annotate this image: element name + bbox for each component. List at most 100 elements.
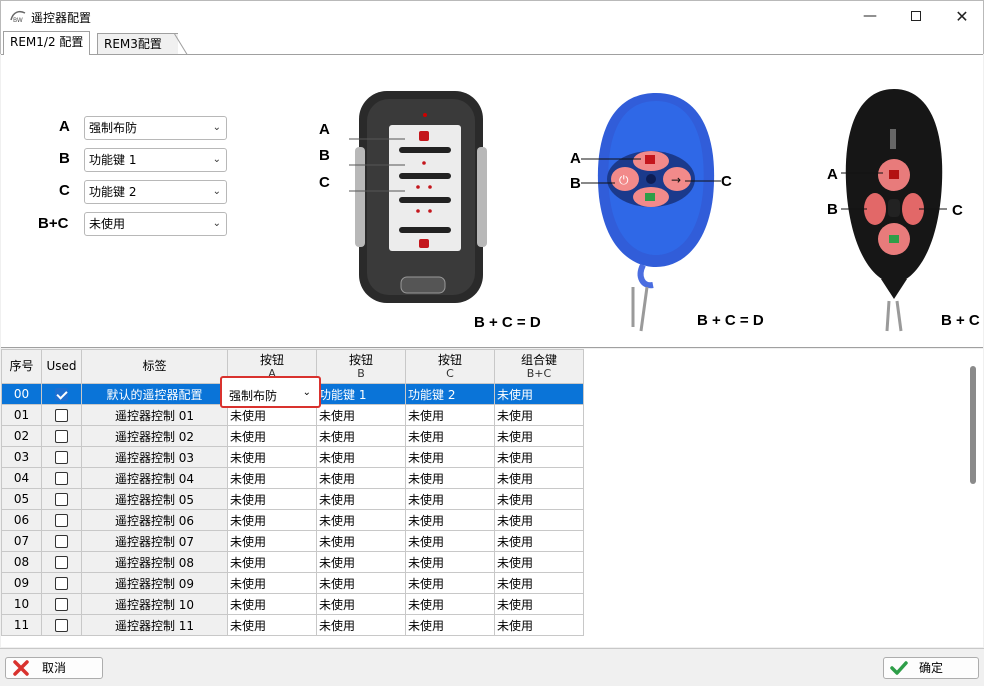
row-button-b-cell[interactable]: 未使用 [316,446,406,468]
maximize-button[interactable] [893,1,939,31]
row-label-cell[interactable]: 遥控器控制 05 [81,488,228,510]
used-checkbox[interactable] [55,514,68,527]
table-row[interactable]: 02 遥控器控制 02 未使用 未使用 未使用 未使用 [1,425,584,447]
row-button-b-cell[interactable]: 未使用 [316,467,406,489]
row-combo-key-cell[interactable]: 未使用 [494,614,584,636]
row-label-cell[interactable]: 遥控器控制 04 [81,467,228,489]
row-label-cell[interactable]: 遥控器控制 01 [81,404,228,426]
row-button-a-cell[interactable]: 未使用 [227,509,317,531]
row-combo-key-cell[interactable]: 未使用 [494,530,584,552]
row-combo-key-cell[interactable]: 未使用 [494,467,584,489]
config-select-a[interactable]: 强制布防 ⌄ [84,116,227,140]
config-select-bc[interactable]: 未使用 ⌄ [84,212,227,236]
row-label-cell[interactable]: 遥控器控制 06 [81,509,228,531]
row-used-cell[interactable] [41,509,82,531]
row-button-c-cell[interactable]: 未使用 [405,509,495,531]
table-row[interactable]: 03 遥控器控制 03 未使用 未使用 未使用 未使用 [1,446,584,468]
table-row[interactable]: 06 遥控器控制 06 未使用 未使用 未使用 未使用 [1,509,584,531]
row-button-c-cell[interactable]: 未使用 [405,530,495,552]
row-index-cell[interactable]: 09 [1,572,42,594]
row-label-cell[interactable]: 遥控器控制 02 [81,425,228,447]
used-checkbox[interactable] [55,535,68,548]
used-checkbox[interactable] [55,409,68,422]
row-index-cell[interactable]: 08 [1,551,42,573]
row-button-a-cell[interactable]: 未使用 [227,467,317,489]
row-used-cell[interactable] [41,593,82,615]
row-button-c-cell[interactable]: 功能键 2 [405,383,495,405]
row-index-cell[interactable]: 11 [1,614,42,636]
row-index-cell[interactable]: 01 [1,404,42,426]
row-button-b-cell[interactable]: 未使用 [316,404,406,426]
col-header-button-b[interactable]: 按钮 B [316,349,406,384]
row-button-a-cell[interactable]: 未使用 [227,593,317,615]
row-used-cell[interactable] [41,446,82,468]
row-button-a-cell[interactable]: 未使用 [227,551,317,573]
table-row[interactable]: 04 遥控器控制 04 未使用 未使用 未使用 未使用 [1,467,584,489]
row-used-cell[interactable] [41,404,82,426]
table-row[interactable]: 09 遥控器控制 09 未使用 未使用 未使用 未使用 [1,572,584,594]
row-button-c-cell[interactable]: 未使用 [405,446,495,468]
row-used-cell[interactable] [41,488,82,510]
row-button-c-cell[interactable]: 未使用 [405,425,495,447]
row-button-c-cell[interactable]: 未使用 [405,467,495,489]
row-index-cell[interactable]: 05 [1,488,42,510]
row-combo-key-cell[interactable]: 未使用 [494,383,584,405]
row-index-cell[interactable]: 10 [1,593,42,615]
row-combo-key-cell[interactable]: 未使用 [494,446,584,468]
table-row[interactable]: 05 遥控器控制 05 未使用 未使用 未使用 未使用 [1,488,584,510]
table-row[interactable]: 10 遥控器控制 10 未使用 未使用 未使用 未使用 [1,593,584,615]
row-button-a-cell[interactable]: 未使用 [227,530,317,552]
config-select-b[interactable]: 功能键 1 ⌄ [84,148,227,172]
row-button-c-cell[interactable]: 未使用 [405,404,495,426]
row-combo-key-cell[interactable]: 未使用 [494,551,584,573]
row-combo-key-cell[interactable]: 未使用 [494,509,584,531]
row-button-a-cell[interactable]: 未使用 [227,488,317,510]
used-checkbox[interactable] [55,451,68,464]
row-combo-key-cell[interactable]: 未使用 [494,593,584,615]
row-button-a-cell[interactable]: 未使用 [227,572,317,594]
col-header-index[interactable]: 序号 [1,349,42,384]
row-button-c-cell[interactable]: 未使用 [405,488,495,510]
row-label-cell[interactable]: 遥控器控制 03 [81,446,228,468]
table-row[interactable]: 11 遥控器控制 11 未使用 未使用 未使用 未使用 [1,614,584,636]
grid-scrollbar-thumb[interactable] [970,366,976,484]
close-button[interactable]: ✕ [939,1,984,31]
row-index-cell[interactable]: 04 [1,467,42,489]
row-combo-key-cell[interactable]: 未使用 [494,572,584,594]
row-used-cell[interactable] [41,551,82,573]
row-combo-key-cell[interactable]: 未使用 [494,488,584,510]
used-checkbox[interactable] [55,598,68,611]
tab-rem3-config[interactable]: REM3配置 [97,33,188,57]
cell-editor-select-a[interactable]: 强制布防 ⌄ [220,376,321,408]
row-button-b-cell[interactable]: 未使用 [316,509,406,531]
config-select-c[interactable]: 功能键 2 ⌄ [84,180,227,204]
col-header-used[interactable]: Used [41,349,82,384]
row-button-b-cell[interactable]: 未使用 [316,572,406,594]
row-button-a-cell[interactable]: 未使用 [227,425,317,447]
used-checkbox[interactable] [55,556,68,569]
row-index-cell[interactable]: 00 [1,383,42,405]
col-header-label[interactable]: 标签 [81,349,228,384]
row-used-cell[interactable] [41,572,82,594]
row-used-cell[interactable] [41,383,82,405]
row-label-cell[interactable]: 遥控器控制 11 [81,614,228,636]
row-button-b-cell[interactable]: 未使用 [316,551,406,573]
row-button-a-cell[interactable]: 未使用 [227,446,317,468]
row-button-c-cell[interactable]: 未使用 [405,551,495,573]
row-index-cell[interactable]: 07 [1,530,42,552]
used-checkbox[interactable] [55,577,68,590]
used-checkbox[interactable] [55,619,68,632]
col-header-button-c[interactable]: 按钮 C [405,349,495,384]
row-used-cell[interactable] [41,467,82,489]
row-label-cell[interactable]: 遥控器控制 08 [81,551,228,573]
used-checkbox[interactable] [55,388,68,401]
table-row[interactable]: 08 遥控器控制 08 未使用 未使用 未使用 未使用 [1,551,584,573]
used-checkbox[interactable] [55,430,68,443]
used-checkbox[interactable] [55,493,68,506]
row-button-c-cell[interactable]: 未使用 [405,593,495,615]
row-button-c-cell[interactable]: 未使用 [405,614,495,636]
row-label-cell[interactable]: 遥控器控制 09 [81,572,228,594]
row-button-b-cell[interactable]: 功能键 1 [316,383,406,405]
used-checkbox[interactable] [55,472,68,485]
row-combo-key-cell[interactable]: 未使用 [494,425,584,447]
